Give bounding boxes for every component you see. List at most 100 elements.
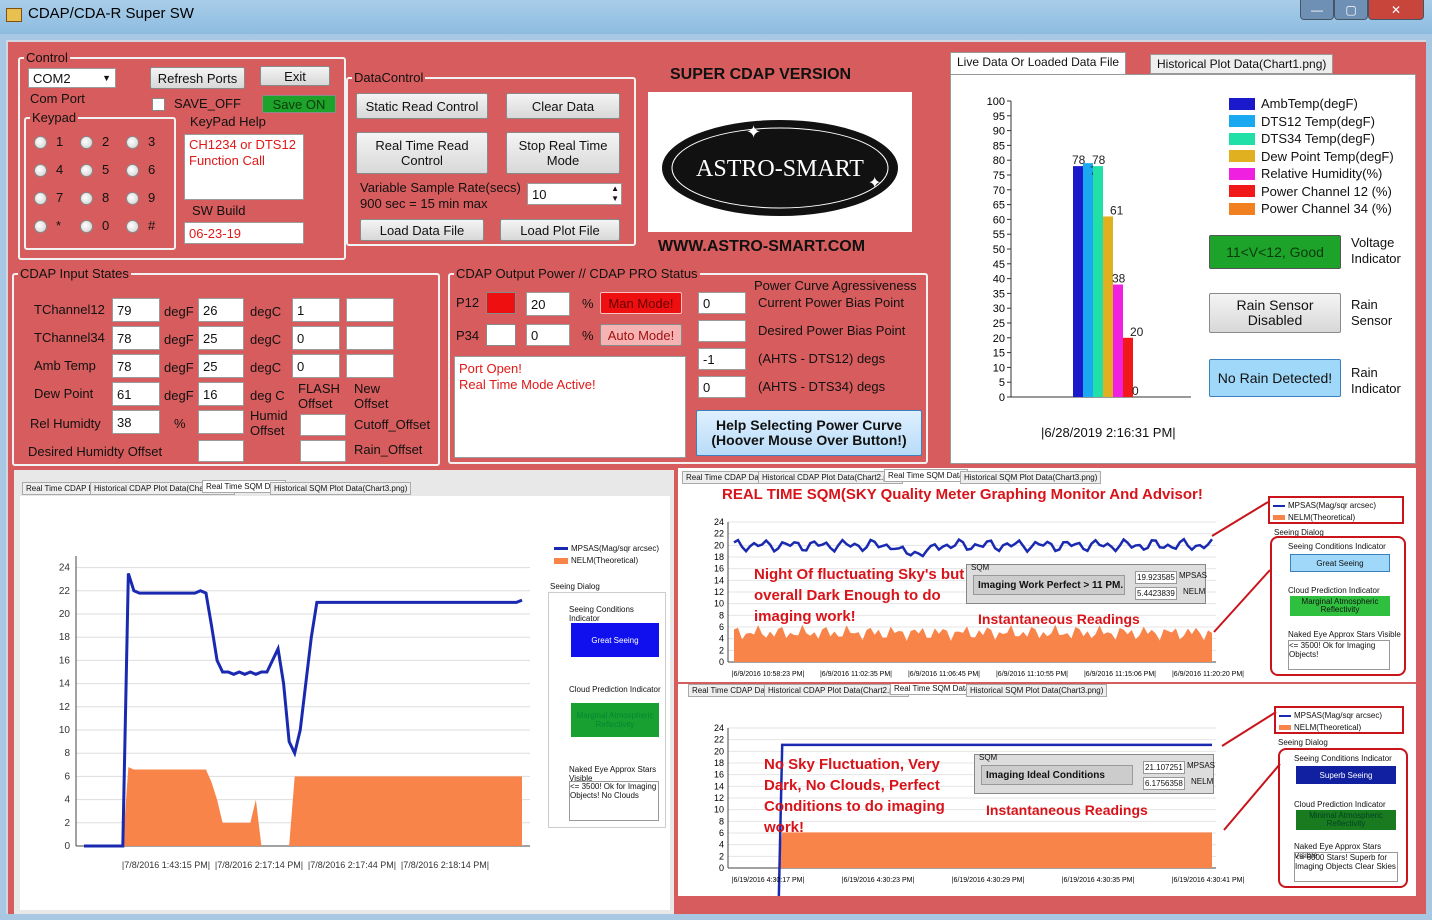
legend-label: DTS34 Temp(degF) [1261,131,1375,147]
offset-input[interactable]: 1 [292,298,340,322]
help-power-curve-button[interactable]: Help Selecting Power Curve (Hoover Mouse… [696,410,922,456]
temp-c-input[interactable]: 16 [198,382,244,406]
tab-historical-sqm[interactable]: Historical SQM Plot Data(Chart3.png) [960,471,1102,484]
legend-entry: Power Channel 12 (%) [1229,183,1394,201]
legend-swatch [1229,115,1255,128]
tab-real-time-cdap[interactable]: Real Time CDAP Data [688,684,776,697]
keypad-radio[interactable] [126,220,139,233]
p12-power-input[interactable]: 20 [526,292,570,316]
legend-entry: DTS12 Temp(degF) [1229,113,1394,131]
website-url: WWW.ASTRO-SMART.COM [658,238,866,255]
offset-input[interactable]: 0 [292,326,340,350]
static-read-control-button[interactable]: Static Read Control [356,93,488,119]
refresh-ports-button[interactable]: Refresh Ports [150,67,245,89]
clear-data-button[interactable]: Clear Data [506,93,620,119]
keypad-radio[interactable] [126,136,139,149]
humidity-offset-input[interactable] [198,410,244,434]
power-bias-label: Current Power Bias Point [758,295,904,310]
y-tick-label: 22 [59,586,71,597]
power-bias-input[interactable]: 0 [698,292,746,314]
seeing-conditions-label: Seeing Conditions Indicator [1294,754,1392,763]
rain-offset-input[interactable] [300,440,346,462]
stop-real-time-mode-button[interactable]: Stop Real Time Mode [506,132,620,174]
cutoff-offset-input[interactable] [300,414,346,436]
sqm-bottom-readout: SQM Imaging Ideal Conditions 21.107251 M… [974,753,1215,794]
temp-c-input[interactable]: 26 [198,298,244,322]
keypad-radio[interactable] [80,164,93,177]
minimize-button[interactable]: — [1300,0,1334,20]
tab-live-data[interactable]: Live Data Or Loaded Data File [950,52,1127,74]
tab-historical-sqm[interactable]: Historical SQM Plot Data(Chart3.png) [270,482,412,495]
y-tick-label: 85 [993,140,1005,152]
voltage-label: Voltage Indicator [1351,235,1401,266]
keypad-radio[interactable] [126,164,139,177]
power-bias-input[interactable] [698,320,746,342]
rel-humidity-label: Rel Humidty [30,416,101,431]
temp-f-input[interactable]: 61 [112,382,160,406]
x-tick-label: |6/9/2016 11:20:20 PM| [1172,671,1244,678]
window-titlebar: CDAP/CDA-R Super SW — ▢ ✕ [0,0,1432,34]
keypad-radio[interactable] [126,192,139,205]
cloud-prediction-label: Cloud Prediction Indicator [1294,800,1386,809]
keypad-radio[interactable] [80,220,93,233]
keypad-radio[interactable] [34,164,47,177]
load-data-file-button[interactable]: Load Data File [360,219,484,241]
temp-c-input[interactable]: 25 [198,354,244,378]
keypad-radio[interactable] [34,192,47,205]
p12-label: P12 [456,295,480,310]
legend-label: Power Channel 34 (%) [1261,201,1392,217]
tab-real-time-sqm[interactable]: Real Time SQM Data [890,684,974,695]
exit-button[interactable]: Exit [260,66,330,86]
logo-brand-text: ASTRO-SMART [696,156,864,182]
sw-build-value: 06-23-19 [184,222,304,244]
new-offset-input[interactable] [346,354,394,378]
keypad-radio[interactable] [80,192,93,205]
auto-mode-button[interactable]: Auto Mode! [600,324,682,346]
y-tick-label: 0 [64,841,70,852]
y-tick-label: 14 [714,575,724,585]
tab-historical-cdap[interactable]: Historical CDAP Plot Data(Chart2.png) [758,471,904,484]
tab-historical-cdap[interactable]: Historical CDAP Plot Data(Chart2.png) [764,684,910,697]
power-bias-input[interactable]: -1 [698,348,746,370]
spinner-icon[interactable]: ▲ ▼ [611,184,619,204]
p12-indicator [486,292,516,314]
tab-historical-sqm[interactable]: Historical SQM Plot Data(Chart3.png) [966,684,1108,697]
load-plot-file-button[interactable]: Load Plot File [500,219,620,241]
close-button[interactable]: ✕ [1368,0,1424,20]
seeing-conditions-indicator: Great Seeing [1290,554,1390,572]
tab-real-time-cdap[interactable]: Real Time CDAP Data [682,471,770,484]
naked-eye-text: <= 3500! Ok for Imaging Objects! [1288,640,1390,670]
p34-power-input[interactable]: 0 [526,324,570,346]
offset-input[interactable]: 0 [292,354,340,378]
new-offset-input[interactable] [346,298,394,322]
sample-rate-input[interactable]: 10 ▲ ▼ [527,183,622,205]
sqm-top-legend-box: MPSAS(Mag/sqr arcsec) NELM(Theoretical) [1268,496,1404,524]
save-on-button[interactable]: Save ON [262,95,336,113]
sqm-history-chart: 024681012141618202224|7/8/2016 1:43:15 P… [59,556,530,870]
man-mode-button[interactable]: Man Mode! [600,292,682,314]
com-port-select[interactable]: COM2 ▼ [28,68,116,88]
real-time-read-control-button[interactable]: Real Time Read Control [356,132,488,174]
new-offset-input[interactable] [346,326,394,350]
degc-unit: degC [250,332,282,347]
keypad-radio[interactable] [34,220,47,233]
new-offset-label: New Offset [354,381,389,411]
y-tick-label: 20 [993,333,1005,345]
tab-real-time-sqm[interactable]: Real Time SQM Data [884,469,968,482]
y-tick-label: 5 [999,377,1005,389]
keypad-radio[interactable] [34,136,47,149]
keypad-radio[interactable] [80,136,93,149]
temp-f-input[interactable]: 78 [112,326,160,350]
keypad-key-label: 1 [56,134,64,149]
temp-f-input[interactable]: 78 [112,354,160,378]
desired-humidity-offset-input[interactable] [198,440,244,462]
power-bias-input[interactable]: 0 [698,376,746,398]
temp-c-input[interactable]: 25 [198,326,244,350]
voltage-indicator: 11<V<12, Good [1209,235,1341,269]
tab-historical-plot[interactable]: Historical Plot Data(Chart1.png) [1150,54,1334,74]
temp-f-input[interactable]: 79 [112,298,160,322]
rel-humidity-input[interactable]: 38 [112,410,160,434]
status-line: Port Open! [459,361,522,376]
maximize-button[interactable]: ▢ [1334,0,1368,20]
y-tick-label: 6 [719,828,724,838]
